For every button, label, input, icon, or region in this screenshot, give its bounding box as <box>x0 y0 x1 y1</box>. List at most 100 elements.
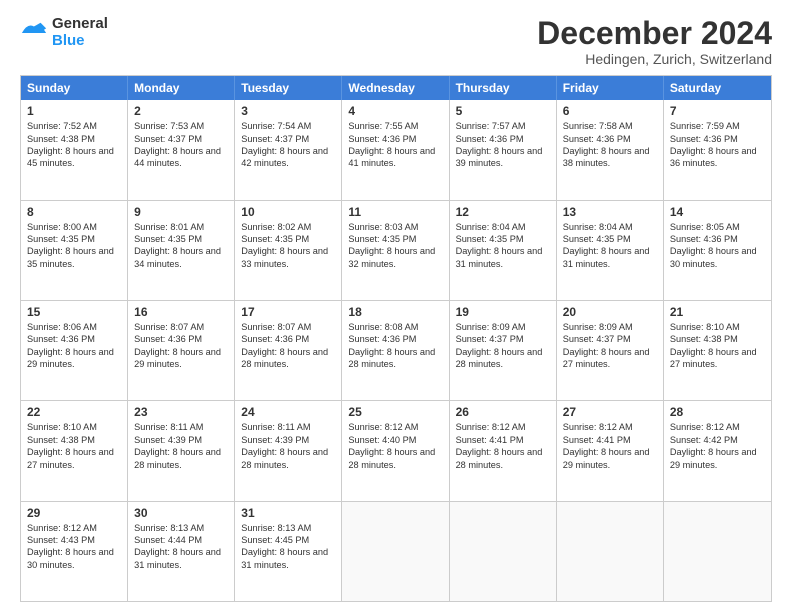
cell-info: Sunrise: 8:03 AMSunset: 4:35 PMDaylight:… <box>348 221 442 271</box>
cell-w5-d1: 29 Sunrise: 8:12 AMSunset: 4:43 PMDayligh… <box>21 502 128 601</box>
cell-w4-d1: 22Sunrise: 8:10 AMSunset: 4:38 PMDayligh… <box>21 401 128 500</box>
cell-w2-d6: 13Sunrise: 8:04 AMSunset: 4:35 PMDayligh… <box>557 201 664 300</box>
cell-info: Sunrise: 8:13 AMSunset: 4:45 PMDaylight:… <box>241 522 335 572</box>
cell-info: Sunrise: 7:55 AMSunset: 4:36 PMDaylight:… <box>348 120 442 170</box>
cell-w5-d5 <box>450 502 557 601</box>
header-saturday: Saturday <box>664 76 771 100</box>
header-tuesday: Tuesday <box>235 76 342 100</box>
day-number: 20 <box>563 305 657 319</box>
day-number: 31 <box>241 506 335 520</box>
cell-info: Sunrise: 8:12 AMSunset: 4:40 PMDaylight:… <box>348 421 442 471</box>
cell-info: Sunrise: 8:05 AMSunset: 4:36 PMDaylight:… <box>670 221 765 271</box>
cell-w1-d3: 3Sunrise: 7:54 AMSunset: 4:37 PMDaylight… <box>235 100 342 199</box>
cell-w3-d4: 18 Sunrise: 8:08 AMSunset: 4:36 PMDayligh… <box>342 301 449 400</box>
title-block: December 2024 Hedingen, Zurich, Switzerl… <box>537 16 772 67</box>
cell-info: Sunrise: 8:01 AMSunset: 4:35 PMDaylight:… <box>134 221 228 271</box>
cell-info: Sunrise: 8:11 AMSunset: 4:39 PMDaylight:… <box>241 421 335 471</box>
cell-info: Sunrise: 8:07 AMSunset: 4:36 PMDaylight:… <box>241 321 335 371</box>
cell-info: Sunrise: 8:12 AMSunset: 4:41 PMDaylight:… <box>563 421 657 471</box>
day-number: 16 <box>134 305 228 319</box>
cell-w2-d7: 14 Sunrise: 8:05 AMSunset: 4:36 PMDayligh… <box>664 201 771 300</box>
cell-w2-d1: 8 Sunrise: 8:00 AMSunset: 4:35 PMDaylight… <box>21 201 128 300</box>
week-row-1: 1 Sunrise: 7:52 AMSunset: 4:38 PMDaylight… <box>21 100 771 199</box>
day-number: 28 <box>670 405 765 419</box>
day-number: 27 <box>563 405 657 419</box>
cell-info: Sunrise: 8:02 AMSunset: 4:35 PMDaylight:… <box>241 221 335 271</box>
day-number: 29 <box>27 506 121 520</box>
cell-info: Sunrise: 7:59 AMSunset: 4:36 PMDaylight:… <box>670 120 765 170</box>
cell-info: Sunrise: 8:04 AMSunset: 4:35 PMDaylight:… <box>456 221 550 271</box>
cell-info: Sunrise: 8:06 AMSunset: 4:36 PMDaylight:… <box>27 321 121 371</box>
month-title: December 2024 <box>537 16 772 51</box>
day-number: 22 <box>27 405 121 419</box>
cell-info: Sunrise: 8:08 AMSunset: 4:36 PMDaylight:… <box>348 321 442 371</box>
calendar-body: 1 Sunrise: 7:52 AMSunset: 4:38 PMDaylight… <box>21 100 771 601</box>
cell-w1-d7: 7Sunrise: 7:59 AMSunset: 4:36 PMDaylight… <box>664 100 771 199</box>
location-text: Hedingen, Zurich, Switzerland <box>537 51 772 67</box>
day-number: 6 <box>563 104 657 118</box>
day-number: 10 <box>241 205 335 219</box>
cell-w5-d4 <box>342 502 449 601</box>
cell-info: Sunrise: 8:07 AMSunset: 4:36 PMDaylight:… <box>134 321 228 371</box>
header: General Blue December 2024 Hedingen, Zur… <box>20 16 772 67</box>
cell-w2-d3: 10 Sunrise: 8:02 AMSunset: 4:35 PMDayligh… <box>235 201 342 300</box>
day-number: 17 <box>241 305 335 319</box>
header-sunday: Sunday <box>21 76 128 100</box>
cell-w1-d1: 1 Sunrise: 7:52 AMSunset: 4:38 PMDaylight… <box>21 100 128 199</box>
cell-info: Sunrise: 8:00 AMSunset: 4:35 PMDaylight:… <box>27 221 121 271</box>
calendar-header: Sunday Monday Tuesday Wednesday Thursday… <box>21 76 771 100</box>
cell-w1-d4: 4 Sunrise: 7:55 AMSunset: 4:36 PMDaylight… <box>342 100 449 199</box>
cell-w1-d2: 2 Sunrise: 7:53 AMSunset: 4:37 PMDaylight… <box>128 100 235 199</box>
day-number: 26 <box>456 405 550 419</box>
day-number: 8 <box>27 205 121 219</box>
day-number: 30 <box>134 506 228 520</box>
day-number: 21 <box>670 305 765 319</box>
day-number: 1 <box>27 104 121 118</box>
cell-w3-d6: 20Sunrise: 8:09 AMSunset: 4:37 PMDayligh… <box>557 301 664 400</box>
cell-info: Sunrise: 8:09 AMSunset: 4:37 PMDaylight:… <box>456 321 550 371</box>
cell-info: Sunrise: 7:58 AMSunset: 4:36 PMDaylight:… <box>563 120 657 170</box>
day-number: 12 <box>456 205 550 219</box>
cell-info: Sunrise: 8:12 AMSunset: 4:43 PMDaylight:… <box>27 522 121 572</box>
cell-w5-d3: 31 Sunrise: 8:13 AMSunset: 4:45 PMDayligh… <box>235 502 342 601</box>
day-number: 9 <box>134 205 228 219</box>
cell-info: Sunrise: 8:11 AMSunset: 4:39 PMDaylight:… <box>134 421 228 471</box>
day-number: 15 <box>27 305 121 319</box>
day-number: 11 <box>348 205 442 219</box>
header-friday: Friday <box>557 76 664 100</box>
cell-info: Sunrise: 7:52 AMSunset: 4:38 PMDaylight:… <box>27 120 121 170</box>
cell-info: Sunrise: 8:10 AMSunset: 4:38 PMDaylight:… <box>670 321 765 371</box>
day-number: 18 <box>348 305 442 319</box>
cell-info: Sunrise: 7:54 AMSunset: 4:37 PMDaylight:… <box>241 120 335 170</box>
header-thursday: Thursday <box>450 76 557 100</box>
day-number: 19 <box>456 305 550 319</box>
cell-w4-d6: 27 Sunrise: 8:12 AMSunset: 4:41 PMDayligh… <box>557 401 664 500</box>
page: General Blue December 2024 Hedingen, Zur… <box>0 0 792 612</box>
day-number: 24 <box>241 405 335 419</box>
cell-w4-d4: 25 Sunrise: 8:12 AMSunset: 4:40 PMDayligh… <box>342 401 449 500</box>
cell-info: Sunrise: 8:12 AMSunset: 4:42 PMDaylight:… <box>670 421 765 471</box>
cell-w5-d7 <box>664 502 771 601</box>
logo-text: General Blue <box>52 16 108 49</box>
logo-general-text: General <box>52 16 108 33</box>
cell-w4-d2: 23 Sunrise: 8:11 AMSunset: 4:39 PMDayligh… <box>128 401 235 500</box>
cell-w1-d6: 6 Sunrise: 7:58 AMSunset: 4:36 PMDaylight… <box>557 100 664 199</box>
calendar: Sunday Monday Tuesday Wednesday Thursday… <box>20 75 772 602</box>
cell-info: Sunrise: 7:57 AMSunset: 4:36 PMDaylight:… <box>456 120 550 170</box>
cell-w5-d2: 30Sunrise: 8:13 AMSunset: 4:44 PMDayligh… <box>128 502 235 601</box>
cell-info: Sunrise: 7:53 AMSunset: 4:37 PMDaylight:… <box>134 120 228 170</box>
day-number: 4 <box>348 104 442 118</box>
header-monday: Monday <box>128 76 235 100</box>
cell-w2-d2: 9 Sunrise: 8:01 AMSunset: 4:35 PMDaylight… <box>128 201 235 300</box>
cell-info: Sunrise: 8:12 AMSunset: 4:41 PMDaylight:… <box>456 421 550 471</box>
day-number: 14 <box>670 205 765 219</box>
week-row-3: 15 Sunrise: 8:06 AMSunset: 4:36 PMDayligh… <box>21 300 771 400</box>
day-number: 2 <box>134 104 228 118</box>
day-number: 25 <box>348 405 442 419</box>
cell-w3-d7: 21 Sunrise: 8:10 AMSunset: 4:38 PMDayligh… <box>664 301 771 400</box>
cell-info: Sunrise: 8:04 AMSunset: 4:35 PMDaylight:… <box>563 221 657 271</box>
day-number: 23 <box>134 405 228 419</box>
cell-w3-d2: 16 Sunrise: 8:07 AMSunset: 4:36 PMDayligh… <box>128 301 235 400</box>
logo: General Blue <box>20 16 108 49</box>
logo-icon <box>20 19 48 47</box>
